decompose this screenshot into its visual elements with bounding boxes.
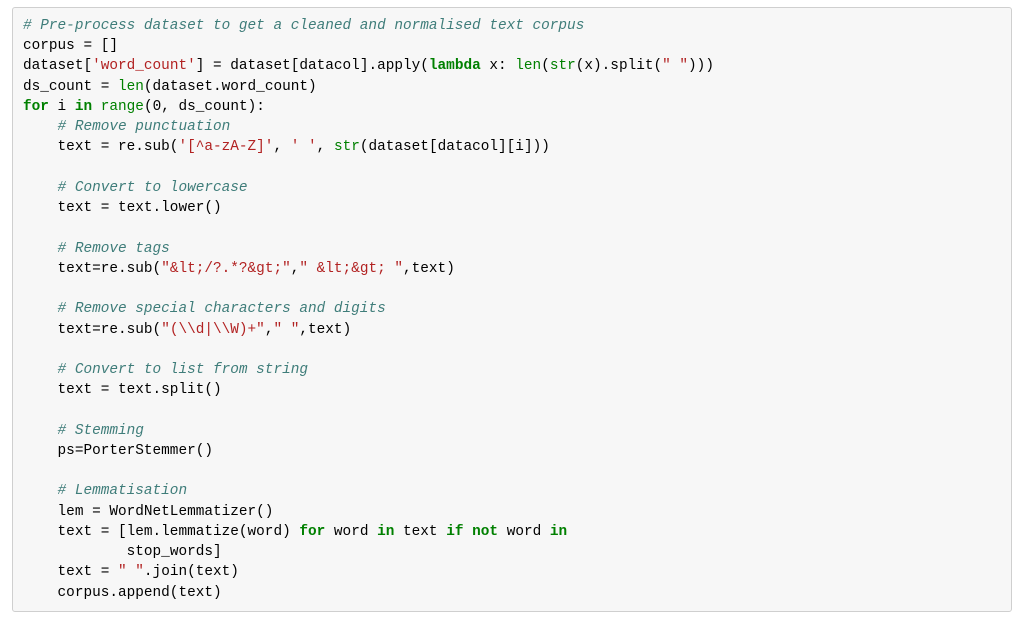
keyword-token: lambda bbox=[429, 58, 481, 74]
code-token: ,text) bbox=[403, 261, 455, 277]
code-token: i bbox=[49, 99, 75, 115]
builtin-token: len bbox=[118, 79, 144, 95]
indent bbox=[23, 261, 58, 277]
indent bbox=[23, 483, 58, 499]
comment: # Convert to list from string bbox=[58, 362, 308, 378]
indent bbox=[23, 564, 58, 580]
comment: # Convert to lowercase bbox=[58, 180, 248, 196]
comment: # Lemmatisation bbox=[58, 483, 188, 499]
code-token: dataset[ bbox=[23, 58, 92, 74]
code-block: # Pre-process dataset to get a cleaned a… bbox=[12, 7, 1012, 612]
comment: # Stemming bbox=[58, 423, 144, 439]
code-token: text bbox=[394, 524, 446, 540]
code-token: ds_count = bbox=[23, 79, 118, 95]
code-token: , ds_count): bbox=[161, 99, 265, 115]
code-token: stop_words] bbox=[127, 544, 222, 560]
code-token: text = bbox=[58, 564, 118, 580]
code-line: corpus = [] bbox=[23, 38, 118, 54]
code-token: text=re.sub( bbox=[58, 322, 162, 338]
builtin-token: str bbox=[550, 58, 576, 74]
code-token: word bbox=[325, 524, 377, 540]
keyword-token: in bbox=[550, 524, 567, 540]
code-token: text=re.sub( bbox=[58, 261, 162, 277]
keyword-token: for bbox=[23, 99, 49, 115]
code-line: corpus.append(text) bbox=[58, 585, 222, 601]
code-token: (x).split( bbox=[576, 58, 662, 74]
code-token: (dataset[datacol][i])) bbox=[360, 139, 550, 155]
code-token: , bbox=[273, 139, 290, 155]
code-token: ))) bbox=[688, 58, 714, 74]
indent bbox=[23, 362, 58, 378]
string-token: '[^a-zA-Z]' bbox=[178, 139, 273, 155]
code-line: text = text.lower() bbox=[58, 200, 222, 216]
code-token: (dataset.word_count) bbox=[144, 79, 317, 95]
keyword-token: in bbox=[377, 524, 394, 540]
indent bbox=[23, 382, 58, 398]
indent bbox=[23, 139, 58, 155]
code-token: text = [lem.lemmatize(word) bbox=[58, 524, 300, 540]
code-token: text = re.sub( bbox=[58, 139, 179, 155]
indent bbox=[23, 119, 58, 135]
comment: # Remove tags bbox=[58, 241, 170, 257]
code-token: x: bbox=[481, 58, 516, 74]
string-token: " " bbox=[118, 564, 144, 580]
string-token: "(\\d|\\W)+" bbox=[161, 322, 265, 338]
indent bbox=[23, 544, 127, 560]
code-token: ( bbox=[541, 58, 550, 74]
keyword-token: for bbox=[299, 524, 325, 540]
string-token: "&lt;/?.*?&gt;" bbox=[161, 261, 291, 277]
code-line: ps=PorterStemmer() bbox=[58, 443, 213, 459]
builtin-token: len bbox=[515, 58, 541, 74]
code-token: ] = dataset[datacol].apply( bbox=[196, 58, 429, 74]
indent bbox=[23, 443, 58, 459]
indent bbox=[23, 241, 58, 257]
string-token: " " bbox=[662, 58, 688, 74]
code-token bbox=[464, 524, 473, 540]
code-token: .join(text) bbox=[144, 564, 239, 580]
comment: # Pre-process dataset to get a cleaned a… bbox=[23, 18, 584, 34]
indent bbox=[23, 504, 58, 520]
code-token: ,text) bbox=[299, 322, 351, 338]
indent bbox=[23, 301, 58, 317]
comment: # Remove special characters and digits bbox=[58, 301, 386, 317]
string-token: ' ' bbox=[291, 139, 317, 155]
string-token: " &lt;&gt; " bbox=[299, 261, 403, 277]
comment: # Remove punctuation bbox=[58, 119, 231, 135]
keyword-token: in bbox=[75, 99, 92, 115]
string-token: 'word_count' bbox=[92, 58, 196, 74]
indent bbox=[23, 524, 58, 540]
code-token: ( bbox=[144, 99, 153, 115]
code-line: text = text.split() bbox=[58, 382, 222, 398]
indent bbox=[23, 322, 58, 338]
keyword-token: if bbox=[446, 524, 463, 540]
number-token: 0 bbox=[153, 99, 162, 115]
code-token bbox=[92, 99, 101, 115]
code-token: word bbox=[498, 524, 550, 540]
indent bbox=[23, 585, 58, 601]
indent bbox=[23, 200, 58, 216]
string-token: " " bbox=[273, 322, 299, 338]
builtin-token: range bbox=[101, 99, 144, 115]
keyword-token: not bbox=[472, 524, 498, 540]
indent bbox=[23, 423, 58, 439]
builtin-token: str bbox=[334, 139, 360, 155]
indent bbox=[23, 180, 58, 196]
code-token: , bbox=[317, 139, 334, 155]
code-line: lem = WordNetLemmatizer() bbox=[58, 504, 274, 520]
